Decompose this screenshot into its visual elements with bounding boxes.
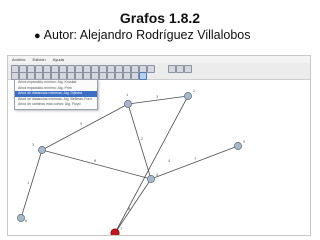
graph-svg: 3 5 2 4 6 1 7 8 1 2 3 4 5 6 7 xyxy=(17,89,245,235)
app-screenshot: Archivo Edición Ayuda Árbol expandido mí… xyxy=(7,55,311,236)
graph-edge[interactable] xyxy=(114,178,152,234)
tsp-button[interactable] xyxy=(131,72,139,80)
color-graph-button[interactable] xyxy=(107,72,115,80)
euler-button[interactable] xyxy=(115,72,123,80)
node-label: 1 xyxy=(126,93,128,97)
menu-bar: Archivo Edición Ayuda xyxy=(8,56,310,63)
node-labels: 1 2 3 4 5 6 7 xyxy=(25,89,245,231)
graph-edge[interactable] xyxy=(20,149,43,219)
node-label: 2 xyxy=(193,89,195,93)
graph-node-selected[interactable] xyxy=(110,228,120,235)
bullet-marker: ● xyxy=(34,30,41,42)
node-label: 7 xyxy=(120,227,122,231)
toolbar xyxy=(8,63,310,80)
edge-label: 4 xyxy=(168,159,171,163)
help-button[interactable] xyxy=(184,65,192,73)
edge-label: 3 xyxy=(156,95,158,99)
graph-edge[interactable] xyxy=(150,145,239,180)
graph-edges xyxy=(20,95,239,234)
edge-label: 8 xyxy=(128,207,130,211)
graph-edge[interactable] xyxy=(41,149,152,180)
edge-label: 2 xyxy=(141,137,143,141)
menu-archivo[interactable]: Archivo xyxy=(12,57,25,62)
node-label: 5 xyxy=(243,140,245,144)
edge-label: 1 xyxy=(27,181,29,185)
graph-node[interactable] xyxy=(184,92,192,100)
graph-node[interactable] xyxy=(38,146,46,154)
graph-canvas[interactable]: 3 5 2 4 6 1 7 8 1 2 3 4 5 6 7 xyxy=(8,80,310,235)
graph-node[interactable] xyxy=(17,214,25,222)
settings-button[interactable] xyxy=(176,65,184,73)
graph-nodes xyxy=(17,92,242,235)
graph-node[interactable] xyxy=(124,100,132,108)
menu-ayuda[interactable]: Ayuda xyxy=(53,57,64,62)
flow-tool-button[interactable] xyxy=(99,72,107,80)
hamilton-button[interactable] xyxy=(123,72,131,80)
node-label: 3 xyxy=(32,143,34,147)
edge-label: 6 xyxy=(94,159,96,163)
author-text: Autor: Alejandro Rodríguez Villalobos xyxy=(43,28,251,42)
slide-title: Grafos 1.8.2 xyxy=(119,10,201,26)
edge-label: 7 xyxy=(194,157,196,161)
algorithm-dropdown-button[interactable] xyxy=(139,72,147,80)
graph-edge[interactable] xyxy=(114,95,189,234)
edge-label: 5 xyxy=(80,122,82,126)
graph-node[interactable] xyxy=(147,175,155,183)
author-bullet: ● Autor: Alejandro Rodríguez Villalobos xyxy=(34,28,251,42)
node-label: 6 xyxy=(25,219,27,223)
graph-edge[interactable] xyxy=(127,103,152,180)
extra-button[interactable] xyxy=(168,65,176,73)
menu-edicion[interactable]: Edición xyxy=(32,57,45,62)
info-button[interactable] xyxy=(147,65,155,73)
graph-edge[interactable] xyxy=(41,103,129,151)
graph-node[interactable] xyxy=(234,142,242,150)
